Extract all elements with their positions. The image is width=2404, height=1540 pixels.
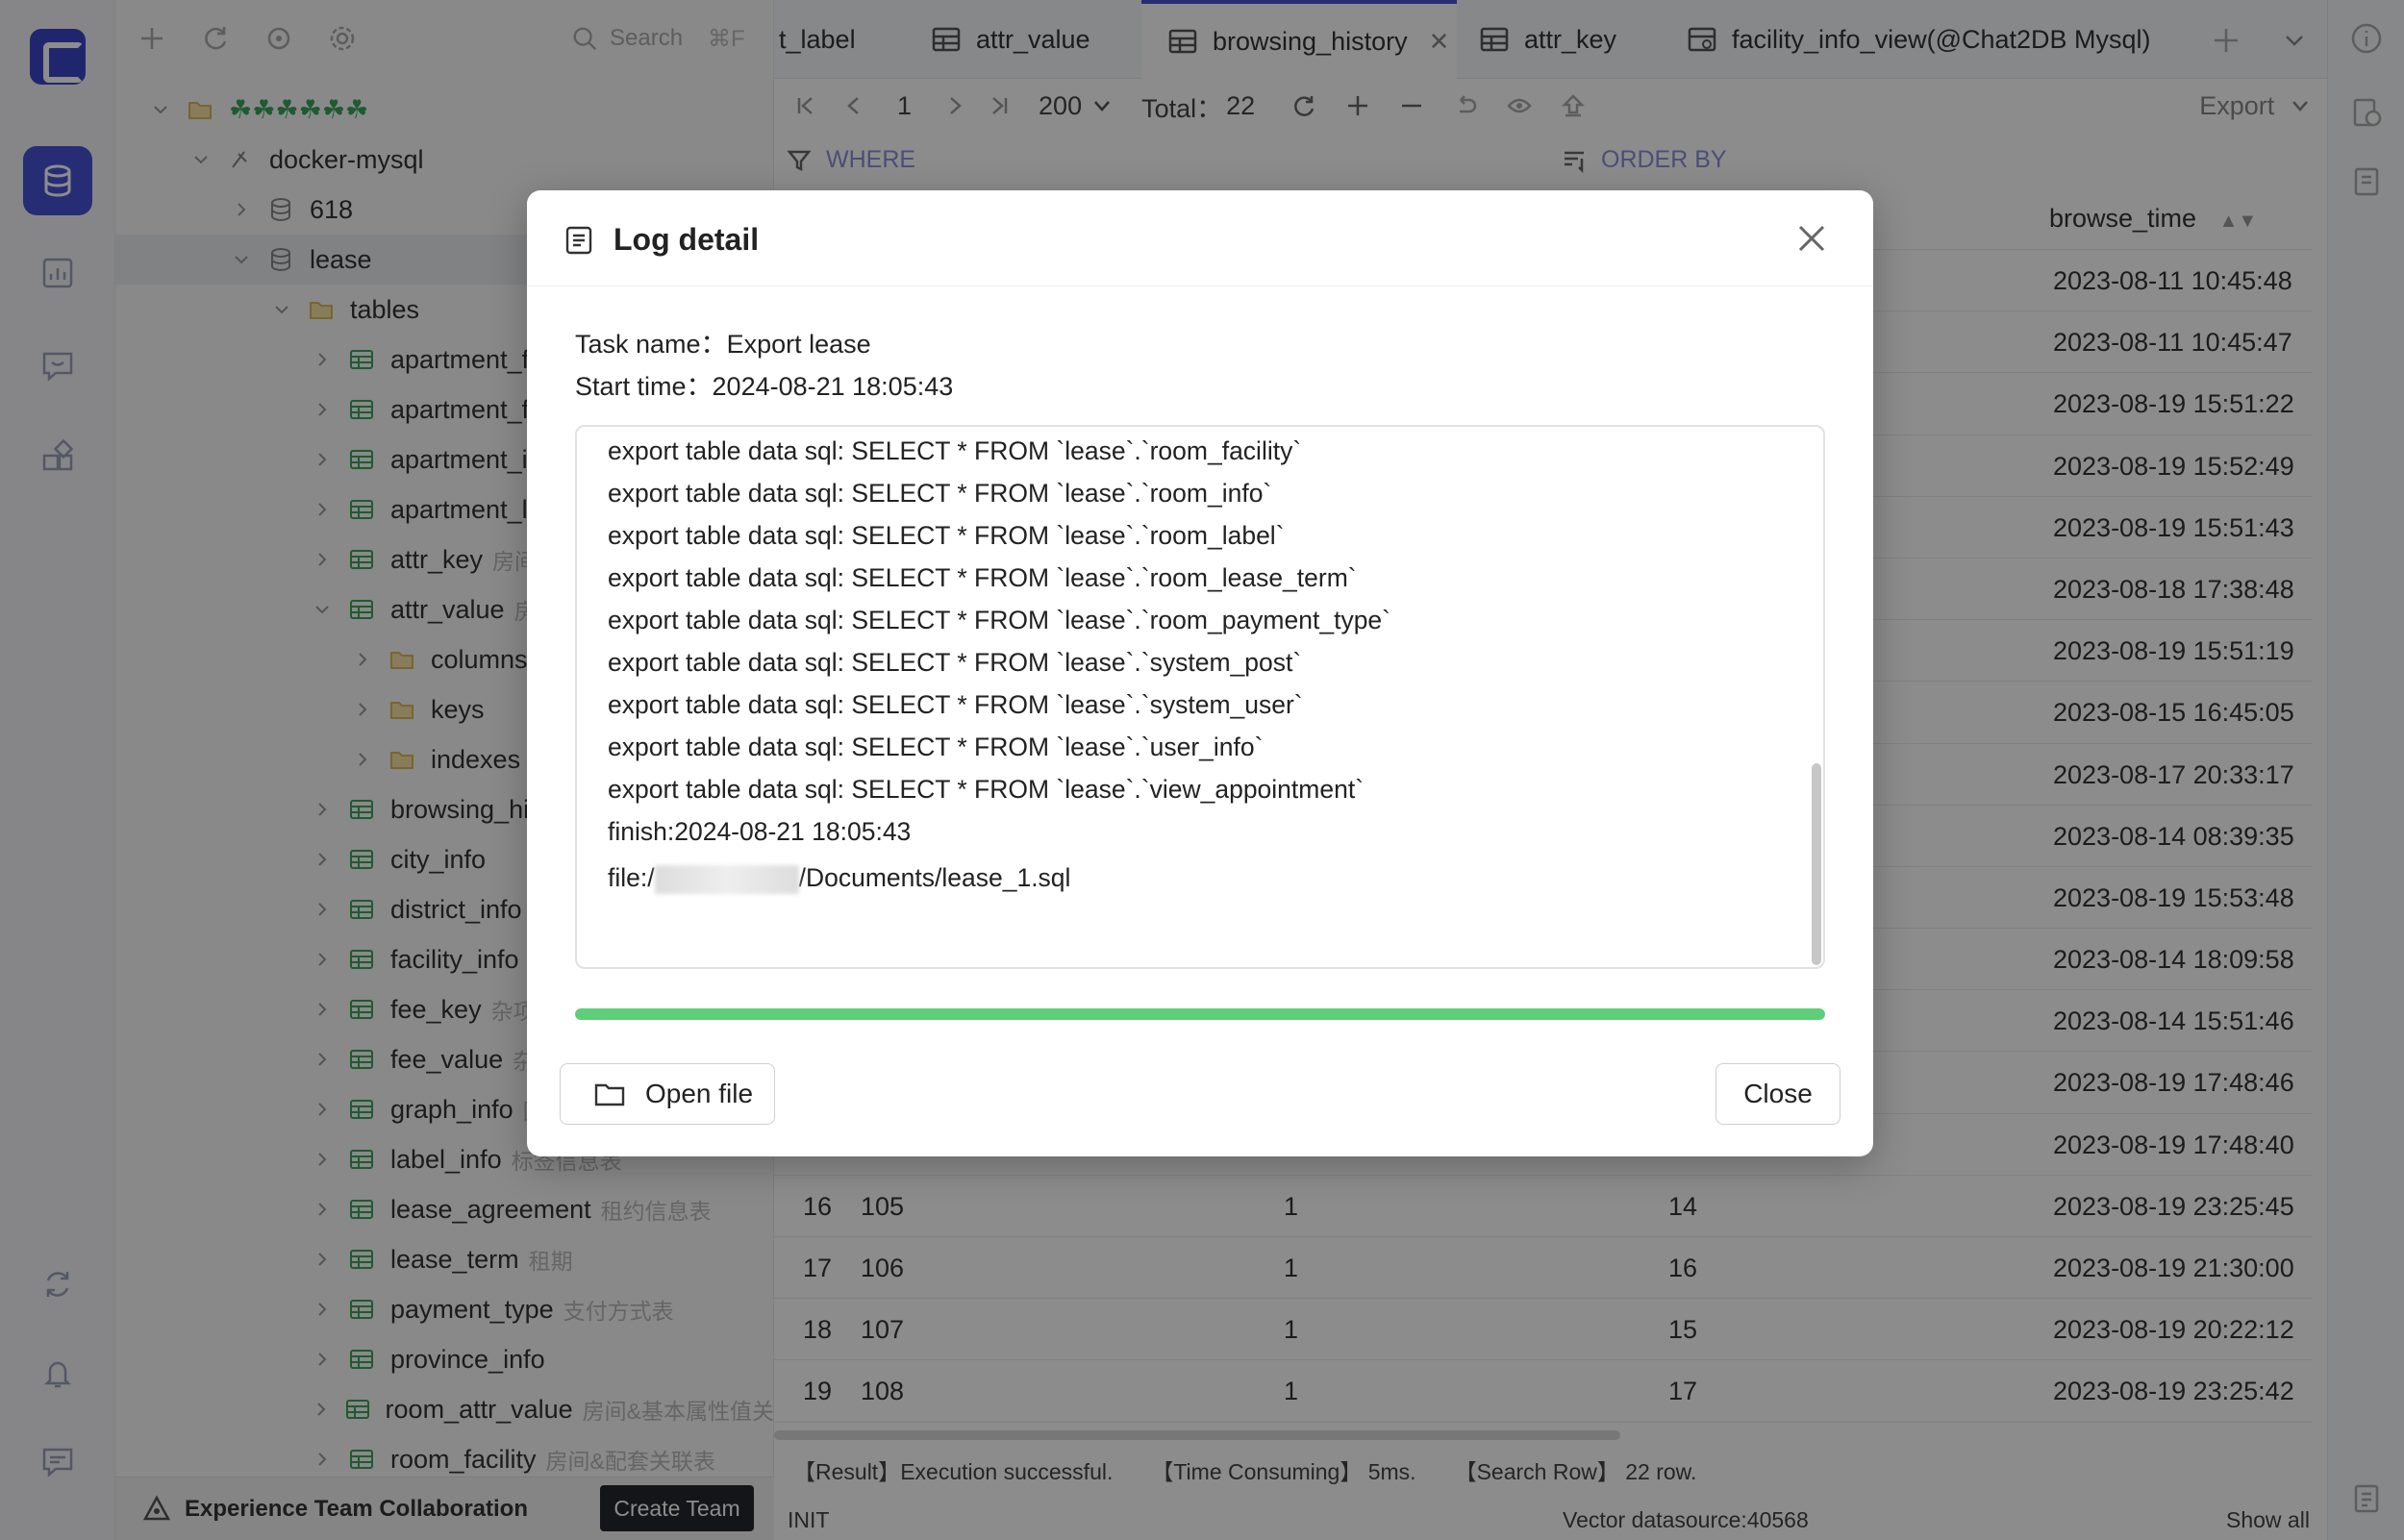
open-file-button[interactable]: Open file <box>560 1063 775 1125</box>
start-time-value: 2024-08-21 18:05:43 <box>712 372 954 401</box>
task-name-value: Export lease <box>726 330 871 359</box>
log-line: finish:2024-08-21 18:05:43 <box>608 817 912 846</box>
log-file-line: file:/ /Documents/lease_1.sql <box>608 863 1070 894</box>
dialog-header: Log detail <box>527 190 1873 286</box>
folder-icon <box>594 1083 625 1106</box>
log-line: export table data sql: SELECT * FROM `le… <box>608 775 1365 804</box>
log-scrollbar[interactable] <box>1812 763 1821 965</box>
log-line: export table data sql: SELECT * FROM `le… <box>608 648 1302 677</box>
export-progress-bar <box>575 1008 1825 1020</box>
log-line: export table data sql: SELECT * FROM `le… <box>608 606 1390 634</box>
log-line: export table data sql: SELECT * FROM `le… <box>608 436 1302 465</box>
task-name-row: Task name：Export lease <box>575 323 871 360</box>
file-prefix: file:/ <box>608 863 655 892</box>
log-line: export table data sql: SELECT * FROM `le… <box>608 563 1357 592</box>
log-line: export table data sql: SELECT * FROM `le… <box>608 479 1272 508</box>
log-line: export table data sql: SELECT * FROM `le… <box>608 690 1303 719</box>
open-file-label: Open file <box>645 1079 754 1108</box>
log-detail-dialog: Log detail Task name：Export lease Start … <box>527 190 1873 1156</box>
log-document-icon <box>565 226 592 255</box>
start-time-label: Start time： <box>575 372 713 401</box>
log-output[interactable]: file:/ /Documents/lease_1.sql export tabl… <box>575 425 1825 969</box>
start-time-row: Start time：2024-08-21 18:05:43 <box>575 365 953 403</box>
log-line: export table data sql: SELECT * FROM `le… <box>608 521 1285 550</box>
redacted-path <box>654 865 799 894</box>
close-button[interactable]: Close <box>1715 1063 1841 1125</box>
close-icon[interactable] <box>1794 221 1829 256</box>
file-suffix: /Documents/lease_1.sql <box>798 863 1071 892</box>
log-line: export table data sql: SELECT * FROM `le… <box>608 733 1264 761</box>
dialog-title: Log detail <box>614 222 760 257</box>
progress-fill <box>575 1008 1825 1020</box>
task-name-label: Task name： <box>575 330 727 359</box>
